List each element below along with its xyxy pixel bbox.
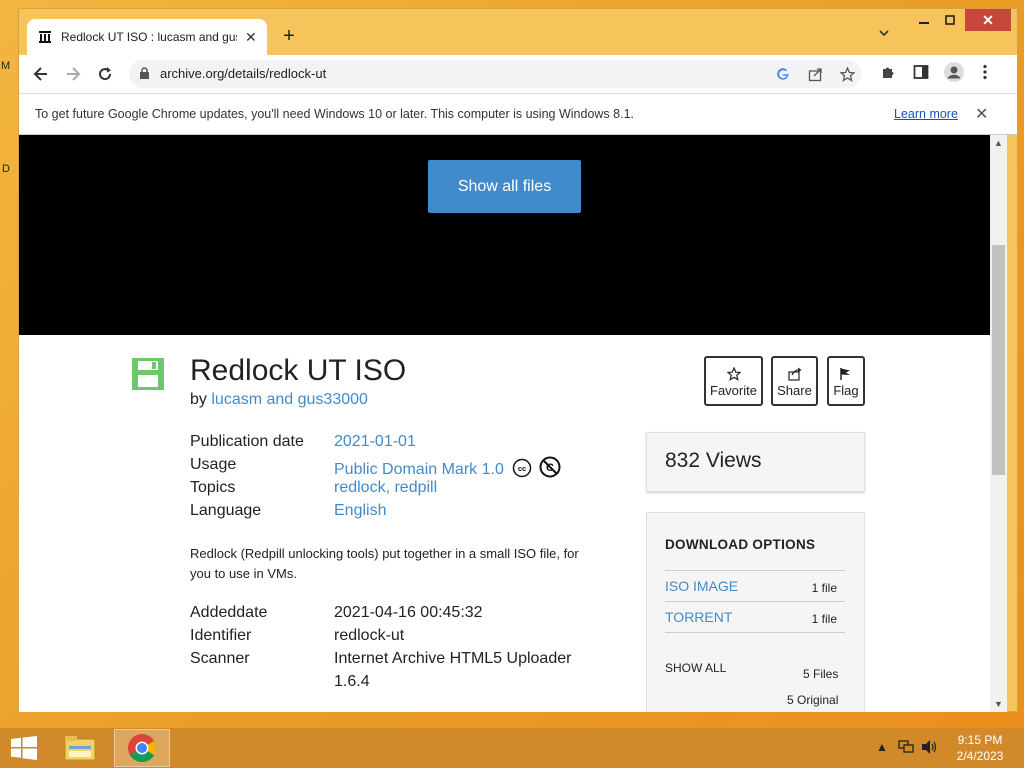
download-option-name[interactable]: TORRENT	[665, 609, 732, 625]
download-option-row[interactable]: ISO IMAGE 1 file	[665, 570, 845, 601]
files-count: 5 Files	[803, 667, 839, 681]
download-option-row[interactable]: TORRENT 1 file	[665, 601, 845, 632]
desktop-icon-label: D	[2, 163, 10, 175]
page-title: Redlock UT ISO	[190, 354, 407, 387]
page-viewport: Show all files Redlock UT ISO by lucasm …	[19, 135, 990, 712]
learn-more-link[interactable]: Learn more	[894, 107, 958, 121]
address-bar[interactable]: archive.org/details/redlock-ut	[129, 60, 861, 88]
windows-start-icon[interactable]	[10, 736, 38, 765]
system-clock[interactable]: 9:15 PM 2/4/2023	[950, 732, 1010, 764]
identifier-label: Identifier	[190, 627, 252, 644]
public-domain-icon: C	[539, 456, 561, 483]
minimize-icon[interactable]	[911, 9, 937, 31]
infobar-close-icon[interactable]: ✕	[975, 104, 988, 124]
publication-date-link[interactable]: 2021-01-01	[334, 433, 416, 451]
download-option-count: 1 file	[811, 581, 837, 595]
show-all-files-button[interactable]: Show all files	[428, 160, 581, 213]
chrome-taskbar-icon[interactable]	[114, 729, 170, 767]
extensions-puzzle-icon[interactable]	[879, 63, 897, 81]
page-scrollbar[interactable]: ▲ ▼	[990, 135, 1007, 712]
scroll-down-icon[interactable]: ▼	[994, 699, 1003, 709]
share-icon	[787, 365, 802, 383]
update-infobar: To get future Google Chrome updates, you…	[19, 93, 1017, 135]
desktop-icon-label: M	[1, 60, 11, 72]
show-all-link[interactable]: SHOW ALL	[665, 661, 726, 675]
publication-date-label: Publication date	[190, 433, 304, 450]
scanner-label: Scanner	[190, 650, 250, 667]
toolbar: archive.org/details/redlock-ut	[19, 55, 1017, 93]
cc-icon: cc	[512, 458, 532, 483]
scanner-value: Internet Archive HTML5 Uploader	[334, 650, 572, 667]
item-description: Redlock (Redpill unlocking tools) put to…	[190, 546, 579, 581]
title-bar: Redlock UT ISO : lucasm and gus ✕ + ✕	[19, 9, 1017, 55]
clock-time: 9:15 PM	[957, 733, 1003, 747]
identifier-value: redlock-ut	[334, 627, 405, 644]
url-text: archive.org/details/redlock-ut	[160, 66, 327, 81]
lock-icon	[139, 67, 150, 85]
topics-label: Topics	[190, 479, 236, 496]
item-byline: by lucasm and gus33000	[190, 391, 368, 409]
favorite-button[interactable]: Favorite	[704, 356, 763, 406]
addeddate-value: 2021-04-16 00:45:32	[334, 604, 483, 621]
scroll-thumb[interactable]	[992, 245, 1005, 475]
show-hidden-icons-icon[interactable]: ▲	[876, 740, 888, 754]
file-explorer-icon[interactable]	[52, 729, 108, 767]
favorite-label: Favorite	[710, 382, 757, 398]
back-arrow-icon[interactable]	[29, 62, 53, 86]
new-tab-icon[interactable]: +	[277, 24, 301, 48]
flag-button[interactable]: Flag	[827, 356, 865, 406]
volume-icon[interactable]	[920, 739, 938, 758]
clock-date: 2/4/2023	[956, 749, 1004, 763]
svg-text:cc: cc	[518, 464, 526, 473]
share-button[interactable]: Share	[771, 356, 818, 406]
window-close-icon[interactable]: ✕	[965, 9, 1011, 31]
chrome-window: Redlock UT ISO : lucasm and gus ✕ + ✕ ar…	[18, 8, 1018, 712]
side-panel-icon[interactable]	[912, 63, 930, 81]
flag-icon	[839, 365, 853, 383]
menu-kebab-icon[interactable]	[976, 63, 994, 81]
usage-license-link[interactable]: Public Domain Mark 1.0	[334, 461, 504, 478]
infobar-message: To get future Google Chrome updates, you…	[35, 107, 634, 121]
topic-link[interactable]: redlock	[334, 479, 386, 496]
download-option-count: 1 file	[811, 612, 837, 626]
usage-label: Usage	[190, 456, 237, 473]
browser-tab[interactable]: Redlock UT ISO : lucasm and gus ✕	[27, 19, 267, 55]
share-label: Share	[777, 382, 812, 398]
flag-label: Flag	[833, 382, 859, 398]
profile-avatar-icon[interactable]	[943, 61, 965, 83]
maximize-icon[interactable]	[937, 9, 963, 31]
tab-search-chevron-icon[interactable]	[877, 26, 893, 42]
download-divider	[665, 632, 845, 633]
google-icon[interactable]	[775, 66, 791, 82]
topic-link[interactable]: redpill	[394, 479, 437, 496]
download-options-panel: DOWNLOAD OPTIONS ISO IMAGE 1 file TORREN…	[646, 512, 865, 712]
forward-arrow-icon[interactable]	[61, 62, 85, 86]
reload-icon[interactable]	[93, 62, 117, 86]
topics-value: redlock, redpill	[334, 479, 438, 496]
item-theatre: Show all files	[19, 135, 990, 335]
views-box: 832 Views	[646, 432, 865, 492]
star-icon	[726, 365, 741, 383]
author-link[interactable]: lucasm and gus33000	[211, 391, 368, 408]
download-options-heading: DOWNLOAD OPTIONS	[665, 537, 816, 552]
network-icon[interactable]	[897, 739, 915, 758]
software-floppy-icon	[131, 357, 165, 396]
taskbar: ▲ 9:15 PM 2/4/2023	[0, 728, 1024, 768]
share-page-icon[interactable]	[807, 66, 823, 82]
original-count: 5 Original	[787, 693, 839, 707]
views-count: 832 Views	[665, 449, 762, 472]
addeddate-label: Addeddate	[190, 604, 268, 621]
archive-favicon-icon	[37, 29, 53, 45]
tab-title: Redlock UT ISO : lucasm and gus	[61, 30, 237, 44]
byline-prefix: by	[190, 391, 207, 408]
tab-close-icon[interactable]: ✕	[245, 29, 257, 46]
scanner-version: 1.6.4	[334, 673, 370, 690]
language-link[interactable]: English	[334, 502, 386, 520]
language-label: Language	[190, 502, 262, 519]
bookmark-star-icon[interactable]	[839, 66, 855, 82]
download-option-name[interactable]: ISO IMAGE	[665, 578, 738, 594]
scroll-up-icon[interactable]: ▲	[994, 138, 1003, 148]
